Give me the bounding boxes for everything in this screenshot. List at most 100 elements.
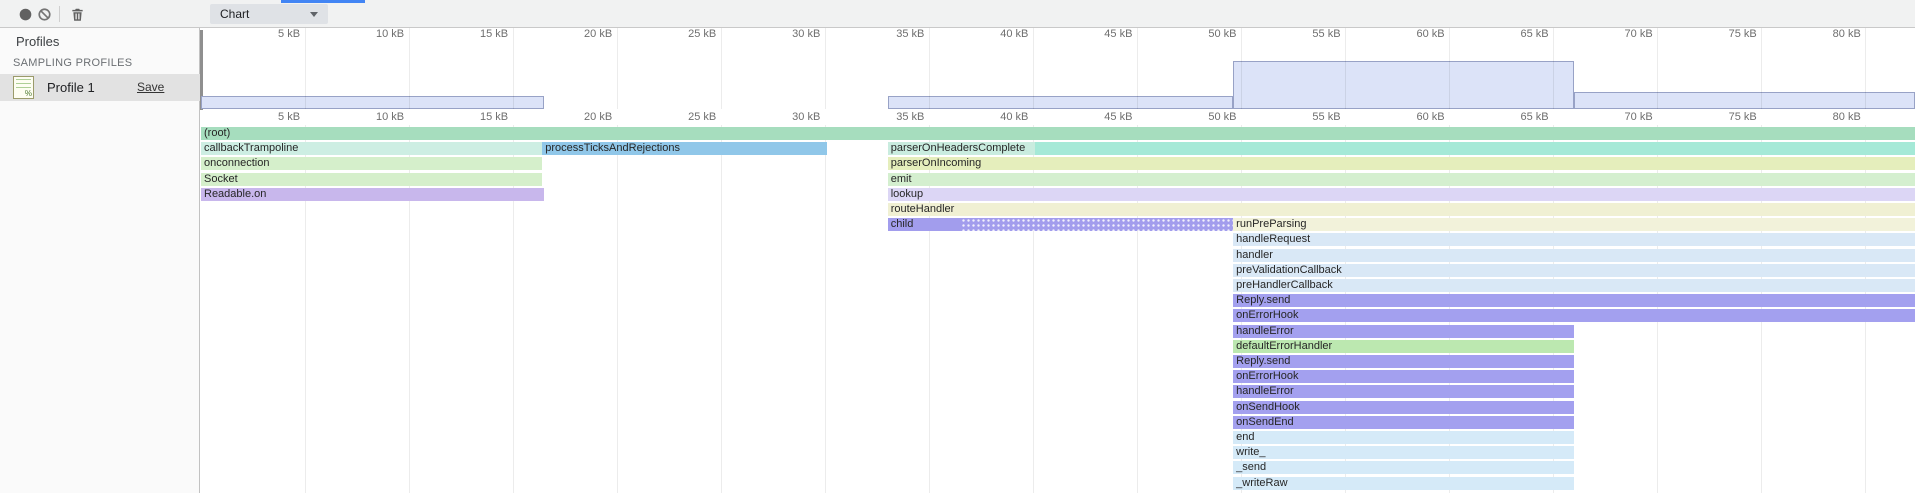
- flame-bar[interactable]: onErrorHook: [1233, 370, 1574, 383]
- flame-bar-label: Readable.on: [204, 188, 266, 201]
- axis-tick-label: 30 kB: [792, 111, 820, 123]
- axis-tick-label: 15 kB: [480, 28, 508, 40]
- flame-bar-label: Reply.send: [1236, 294, 1290, 307]
- axis-tick-label: 50 kB: [1208, 28, 1236, 40]
- flame-bar[interactable]: handleError: [1233, 325, 1574, 338]
- flame-chart-pane[interactable]: 5 kB 10 kB 15 kB 20 kB 25 kB 30 kB 35 kB 40 kB 4…: [200, 28, 1915, 493]
- overview-memory-area-segment[interactable]: [888, 96, 1233, 109]
- axis-gridline: [721, 125, 722, 493]
- flame-bar-label: parserOnIncoming: [891, 157, 982, 170]
- flame-bar[interactable]: onSendEnd: [1233, 416, 1574, 429]
- axis-gridline: [825, 28, 826, 109]
- clear-block-icon[interactable]: [37, 7, 52, 22]
- trash-icon[interactable]: [70, 7, 85, 22]
- axis-gridline: [929, 28, 930, 109]
- axis-tick-label: 30 kB: [792, 28, 820, 40]
- flame-bar[interactable]: handleError: [1233, 385, 1574, 398]
- axis-tick-label: 40 kB: [1000, 28, 1028, 40]
- flame-bar[interactable]: end: [1233, 431, 1574, 444]
- flame-bar-label: handleError: [1236, 385, 1293, 398]
- flame-bar[interactable]: emit: [888, 173, 1915, 186]
- flame-bar[interactable]: handler: [1233, 249, 1915, 262]
- flame-bar[interactable]: lookup: [888, 188, 1915, 201]
- axis-tick-label: 65 kB: [1521, 111, 1549, 123]
- axis-gridline: [617, 28, 618, 109]
- axis-tick-label: 80 kB: [1833, 28, 1861, 40]
- flame-bar[interactable]: Readable.on: [201, 188, 544, 201]
- profiler-toolbar: Chart: [0, 0, 1915, 28]
- flame-bar[interactable]: processTicksAndRejections: [542, 142, 827, 155]
- flame-bar[interactable]: routeHandler: [888, 203, 1915, 216]
- flame-bar-label: parserOnHeadersComplete: [891, 142, 1026, 155]
- flame-bar-label: emit: [891, 173, 912, 186]
- axis-tick-label: 5 kB: [278, 28, 300, 40]
- flame-bar[interactable]: handleRequest: [1233, 233, 1915, 246]
- flame-bar[interactable]: child: [888, 218, 1233, 231]
- flame-bar[interactable]: onconnection: [201, 157, 542, 170]
- axis-tick-label: 45 kB: [1104, 28, 1132, 40]
- axis-gridline: [1761, 28, 1762, 109]
- flame-bar-label: onSendHook: [1236, 401, 1300, 414]
- chart-view-select[interactable]: Chart: [210, 4, 328, 24]
- flame-bar[interactable]: preValidationCallback: [1233, 264, 1915, 277]
- flame-bar[interactable]: preHandlerCallback: [1233, 279, 1915, 292]
- flame-bar-label: preValidationCallback: [1236, 264, 1342, 277]
- profiles-sidebar: Profiles SAMPLING PROFILES % Profile 1 S…: [0, 28, 200, 493]
- flame-bar[interactable]: parserOnHeadersComplete: [888, 142, 1915, 155]
- flame-bar[interactable]: runPreParsing: [1233, 218, 1915, 231]
- flame-bar[interactable]: _send: [1233, 461, 1574, 474]
- axis-gridline: [1345, 28, 1346, 109]
- axis-tick-label: 75 kB: [1729, 28, 1757, 40]
- flame-bar-label: Socket: [204, 173, 238, 186]
- axis-tick-label: 70 kB: [1625, 28, 1653, 40]
- overview-memory-area-segment[interactable]: [1574, 92, 1915, 109]
- chart-view-select-value: Chart: [220, 7, 249, 21]
- flame-bar-label: write_: [1236, 446, 1265, 459]
- flame-bar-label: onSendEnd: [1236, 416, 1294, 429]
- flame-bar[interactable]: write_: [1233, 446, 1574, 459]
- overview-memory-area-segment[interactable]: [201, 96, 544, 109]
- flame-bar-label: onErrorHook: [1236, 370, 1298, 383]
- axis-gridline: [1449, 28, 1450, 109]
- flame-bar-label: (root): [204, 127, 230, 140]
- axis-tick-label: 25 kB: [688, 28, 716, 40]
- flame-bar-label: Reply.send: [1236, 355, 1290, 368]
- overview-memory-area-segment[interactable]: [1233, 61, 1574, 109]
- flame-bar-label: callbackTrampoline: [204, 142, 298, 155]
- sidebar-title: Profiles: [16, 34, 59, 49]
- axis-tick-label: 75 kB: [1729, 111, 1757, 123]
- flame-bar[interactable]: defaultErrorHandler: [1233, 340, 1574, 353]
- flame-bar[interactable]: Reply.send: [1233, 355, 1574, 368]
- flame-bar[interactable]: (root): [201, 127, 1915, 140]
- axis-tick-label: 20 kB: [584, 111, 612, 123]
- axis-gridline: [513, 28, 514, 109]
- chevron-down-icon: [310, 12, 318, 17]
- axis-gridline: [1553, 28, 1554, 109]
- axis-tick-label: 35 kB: [896, 111, 924, 123]
- axis-gridline: [1865, 28, 1866, 109]
- flame-bar[interactable]: Reply.send: [1233, 294, 1915, 307]
- axis-tick-label: 10 kB: [376, 28, 404, 40]
- toolbar-separator: [59, 6, 60, 22]
- axis-tick-label: 80 kB: [1833, 111, 1861, 123]
- axis-gridline: [721, 28, 722, 109]
- flame-bar[interactable]: callbackTrampoline: [201, 142, 542, 155]
- flame-bar-label: handleRequest: [1236, 233, 1310, 246]
- axis-tick-label: 55 kB: [1312, 111, 1340, 123]
- axis-tick-label: 5 kB: [278, 111, 300, 123]
- profile-save-link[interactable]: Save: [137, 80, 164, 94]
- flame-bar[interactable]: onErrorHook: [1233, 309, 1915, 322]
- record-button[interactable]: [18, 7, 33, 22]
- axis-tick-label: 40 kB: [1000, 111, 1028, 123]
- flame-bar-label: preHandlerCallback: [1236, 279, 1333, 292]
- flame-bar[interactable]: onSendHook: [1233, 401, 1574, 414]
- flame-bar[interactable]: Socket: [201, 173, 542, 186]
- flame-bar-label: runPreParsing: [1236, 218, 1306, 231]
- axis-tick-label: 55 kB: [1312, 28, 1340, 40]
- flame-bar[interactable]: _writeRaw: [1233, 477, 1574, 490]
- selected-tab-indicator: [281, 0, 365, 3]
- flame-bar[interactable]: parserOnIncoming: [888, 157, 1915, 170]
- profile-list-item[interactable]: % Profile 1 Save: [0, 74, 200, 101]
- axis-gridline: [409, 28, 410, 109]
- axis-gridline: [617, 125, 618, 493]
